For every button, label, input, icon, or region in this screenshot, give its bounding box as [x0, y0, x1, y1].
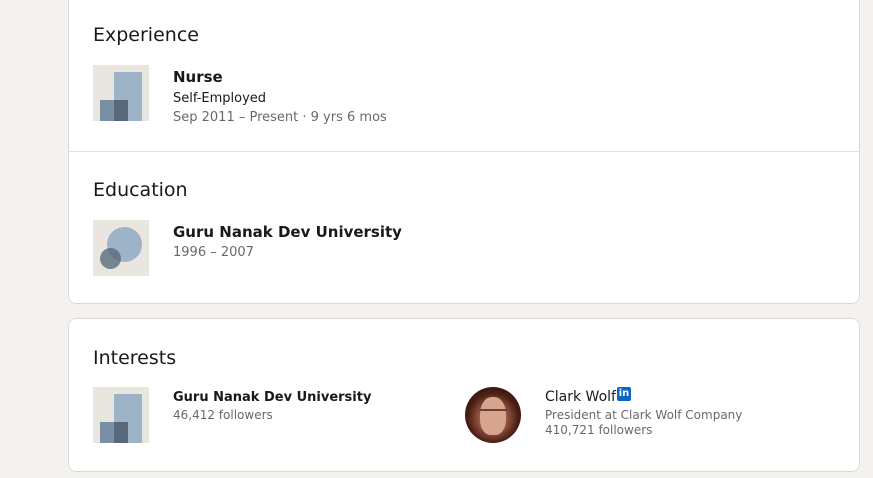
company-logo-placeholder-icon[interactable]: [93, 387, 149, 443]
interest-person-followers: 410,721 followers: [545, 423, 653, 437]
interests-heading: Interests: [93, 347, 177, 369]
interest-company-followers: 46,412 followers: [173, 408, 273, 422]
experience-heading: Experience: [93, 24, 199, 46]
company-logo-placeholder-icon[interactable]: [93, 65, 149, 121]
experience-dates: Sep 2011 – Present · 9 yrs 6 mos: [173, 110, 387, 125]
interest-person-name[interactable]: Clark Wolf: [545, 389, 616, 405]
interests-card: Interests Guru Nanak Dev University 46,4…: [68, 318, 860, 472]
linkedin-influencer-icon: in: [617, 387, 631, 401]
profile-card: Experience Nurse Self-Employed Sep 2011 …: [68, 0, 860, 304]
education-years: 1996 – 2007: [173, 245, 254, 260]
school-logo-placeholder-icon[interactable]: [93, 220, 149, 276]
section-divider: [69, 151, 859, 152]
avatar[interactable]: [465, 387, 521, 443]
experience-company: Self-Employed: [173, 91, 267, 106]
interest-company-name[interactable]: Guru Nanak Dev University: [173, 390, 371, 405]
education-heading: Education: [93, 179, 188, 201]
interest-person-headline: President at Clark Wolf Company: [545, 408, 743, 422]
education-school[interactable]: Guru Nanak Dev University: [173, 223, 402, 241]
experience-title[interactable]: Nurse: [173, 68, 223, 86]
